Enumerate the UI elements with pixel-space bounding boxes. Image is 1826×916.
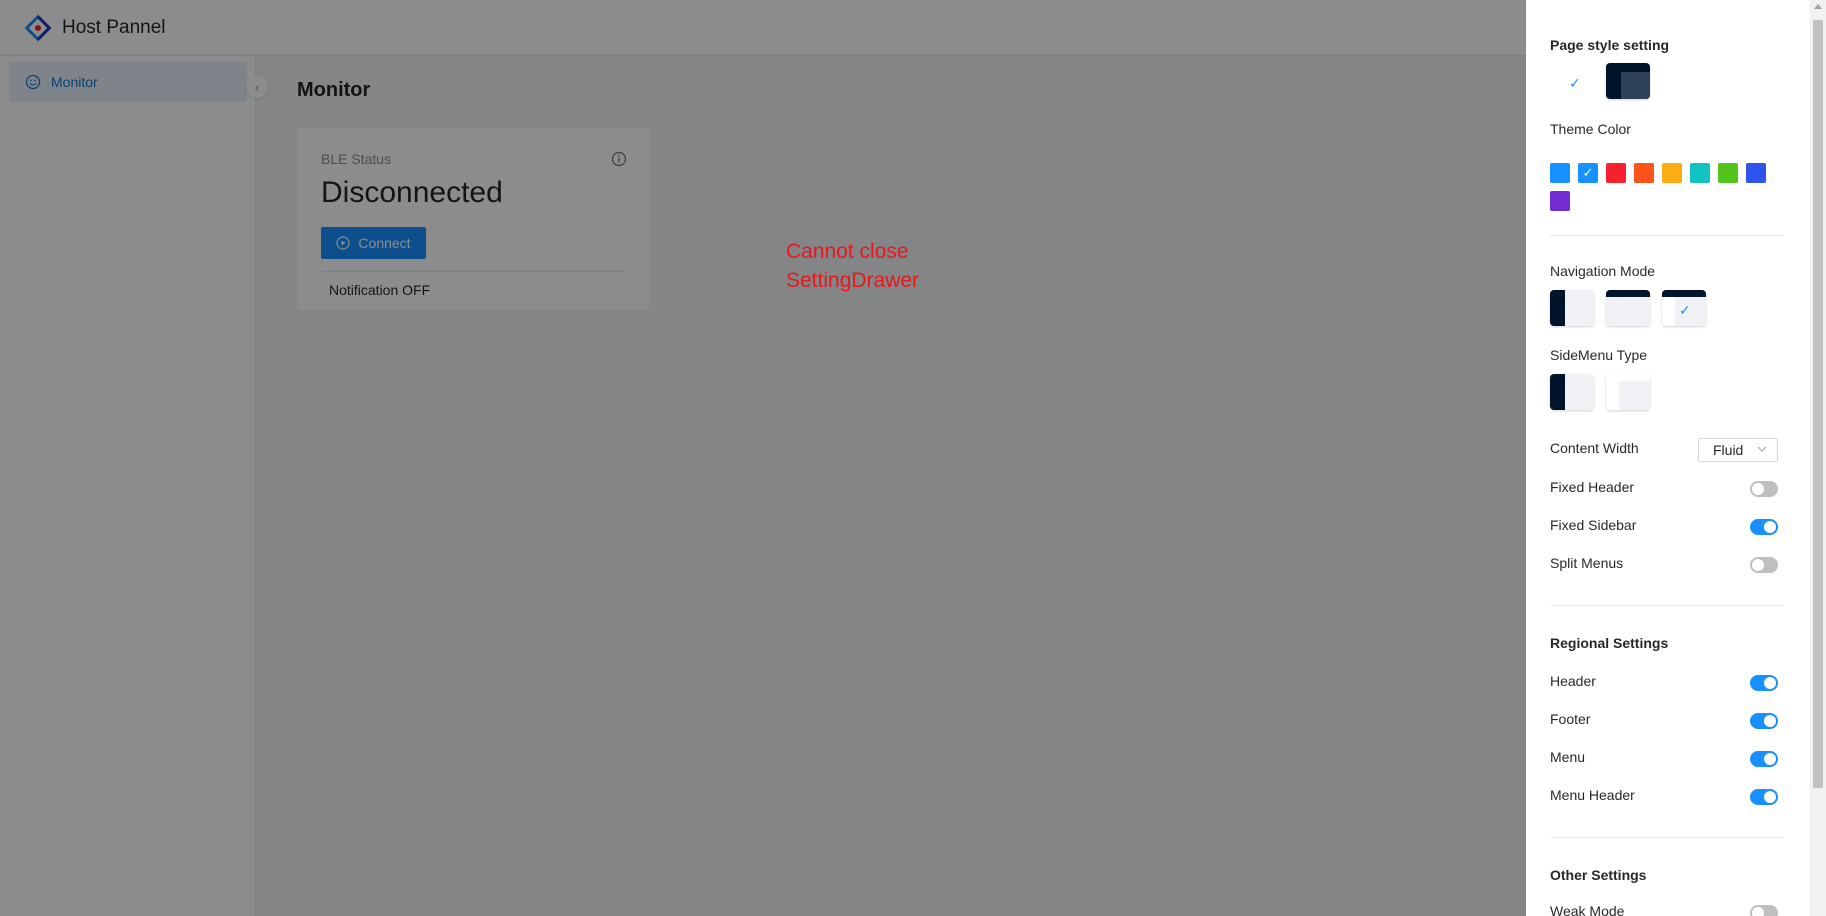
footer-switch[interactable] [1750, 713, 1778, 729]
fixed-sidebar-label: Fixed Sidebar [1550, 517, 1637, 533]
check-icon: ✓ [1569, 75, 1581, 91]
menu-switch[interactable] [1750, 751, 1778, 767]
menu-header-toggle-label: Menu Header [1550, 787, 1635, 803]
page-style-dark[interactable] [1606, 63, 1650, 99]
navigation-mode-title: Navigation Mode [1550, 263, 1656, 279]
theme-color-title: Theme Color [1550, 121, 1631, 137]
section-divider [1550, 235, 1784, 236]
header-toggle-label: Header [1550, 673, 1596, 689]
weak-mode-label: Weak Mode [1550, 903, 1625, 916]
nav-mode-top[interactable] [1606, 290, 1650, 326]
header-switch[interactable] [1750, 675, 1778, 691]
chevron-down-icon [1757, 446, 1767, 452]
theme-color-swatch-sunset[interactable] [1662, 163, 1682, 183]
split-menus-label: Split Menus [1550, 555, 1624, 571]
theme-color-swatch-purple[interactable] [1550, 191, 1570, 211]
sidemenu-type-dark[interactable] [1550, 374, 1594, 410]
setting-drawer: Page style setting ✓ Theme Color ✓ Navig… [1526, 0, 1826, 916]
theme-color-swatch-selected[interactable]: ✓ [1578, 163, 1598, 183]
menu-header-switch[interactable] [1750, 789, 1778, 805]
drawer-mask[interactable] [0, 0, 1526, 916]
section-divider [1550, 605, 1784, 606]
fixed-header-label: Fixed Header [1550, 479, 1635, 495]
fixed-sidebar-switch[interactable] [1750, 519, 1778, 535]
footer-toggle-label: Footer [1550, 711, 1591, 727]
sidemenu-type-light[interactable] [1606, 374, 1650, 410]
split-menus-switch[interactable] [1750, 557, 1778, 573]
nav-mode-side[interactable] [1550, 290, 1594, 326]
scrollbar-thumb[interactable] [1813, 20, 1823, 788]
weak-mode-switch[interactable] [1750, 905, 1778, 916]
theme-color-swatch-dust[interactable] [1606, 163, 1626, 183]
scroll-up-icon[interactable] [1814, 4, 1822, 9]
check-icon: ✓ [1582, 165, 1594, 180]
drawer-scrollbar[interactable] [1810, 0, 1826, 916]
theme-color-swatch-cyan[interactable] [1690, 163, 1710, 183]
page-style-light[interactable]: ✓ [1550, 63, 1594, 99]
content-width-select[interactable]: Fluid [1698, 438, 1778, 462]
other-settings-title: Other Settings [1550, 867, 1647, 883]
nav-mode-mix[interactable]: ✓ [1662, 290, 1706, 326]
theme-color-swatch-geekblue[interactable] [1746, 163, 1766, 183]
theme-color-swatch-volcano[interactable] [1634, 163, 1654, 183]
fixed-header-switch[interactable] [1750, 481, 1778, 497]
page-style-title: Page style setting [1550, 37, 1670, 53]
sidemenu-type-title: SideMenu Type [1550, 347, 1648, 363]
annotation-text: Cannot close SettingDrawer [786, 240, 920, 292]
content-width-value: Fluid [1713, 442, 1744, 458]
check-icon: ✓ [1679, 302, 1691, 318]
section-divider [1550, 837, 1784, 838]
content-width-label: Content Width [1550, 440, 1639, 456]
menu-toggle-label: Menu [1550, 749, 1586, 765]
theme-color-swatch-green[interactable] [1718, 163, 1738, 183]
theme-color-swatch-daybreak[interactable] [1550, 163, 1570, 183]
regional-settings-title: Regional Settings [1550, 635, 1669, 651]
